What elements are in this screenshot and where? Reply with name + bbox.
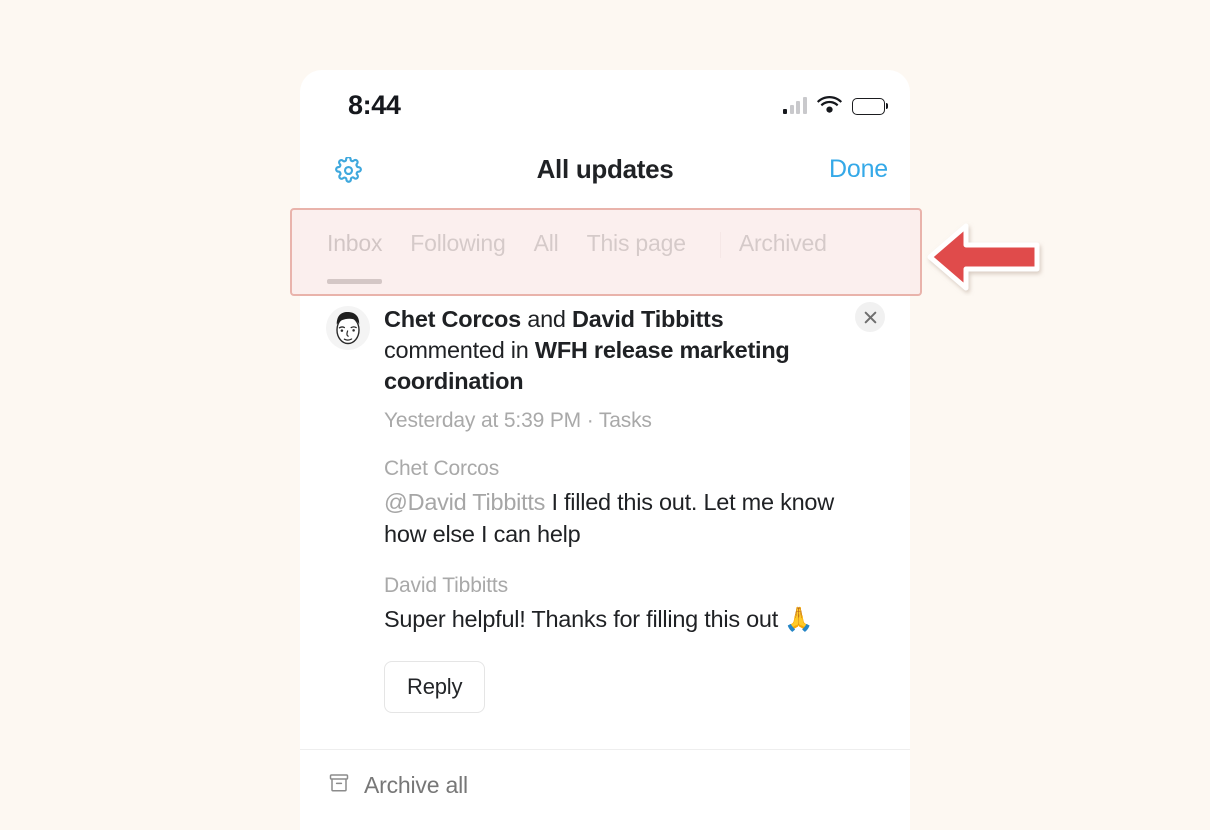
- comment-text: Super helpful! Thanks for filling this o…: [384, 603, 848, 635]
- nav-header: All updates Done: [300, 142, 910, 212]
- comment-body: Super helpful! Thanks for filling this o…: [384, 606, 814, 632]
- notification-actor-one: Chet Corcos: [384, 306, 521, 332]
- tab-following[interactable]: Following: [410, 230, 519, 257]
- notification-body: Chet Corcos and David Tibbitts commented…: [384, 304, 848, 713]
- tab-bar: Inbox Following All This page Archived: [300, 212, 910, 290]
- tab-separator: [719, 232, 721, 258]
- comment-author: David Tibbitts: [384, 574, 508, 597]
- tab-archived-label: Archived: [738, 230, 827, 256]
- user-avatar-face-icon: [326, 306, 370, 350]
- notification-headline: Chet Corcos and David Tibbitts commented…: [384, 304, 848, 397]
- comment-author: Chet Corcos: [384, 457, 500, 480]
- comment-item: Chet Corcos @David Tibbitts I filled thi…: [384, 457, 848, 550]
- notification-actor-two: David Tibbitts: [572, 306, 724, 332]
- tab-following-label: Following: [410, 230, 506, 256]
- done-button[interactable]: Done: [829, 155, 888, 184]
- arrow-left-icon: [925, 218, 1045, 296]
- tab-archived[interactable]: Archived: [739, 230, 841, 257]
- cellular-signal-icon: [783, 97, 807, 114]
- status-bar: 8:44: [300, 70, 910, 142]
- notification-verb: commented in: [384, 337, 535, 363]
- tab-all[interactable]: All: [534, 230, 573, 257]
- tab-this-page[interactable]: This page: [587, 230, 700, 257]
- tab-active-underline: [327, 279, 383, 284]
- notification-meta: Yesterday at 5:39 PM · Tasks: [384, 409, 652, 432]
- tab-inbox-label: Inbox: [327, 230, 383, 256]
- battery-full-icon: [851, 97, 888, 115]
- notification-item[interactable]: Chet Corcos and David Tibbitts commented…: [300, 290, 910, 713]
- wifi-icon: [816, 94, 842, 118]
- tab-this-page-label: This page: [586, 230, 686, 256]
- archive-all-button[interactable]: Archive all: [300, 750, 910, 799]
- status-bar-time: 8:44: [348, 90, 401, 120]
- archive-all-label: Archive all: [364, 772, 468, 798]
- comment-text: @David Tibbitts I filled this out. Let m…: [384, 486, 848, 550]
- comment-item: David Tibbitts Super helpful! Thanks for…: [384, 574, 848, 635]
- archive-box-icon: [328, 772, 350, 799]
- reply-button[interactable]: Reply: [384, 661, 486, 713]
- tab-inbox[interactable]: Inbox: [327, 230, 396, 284]
- close-icon[interactable]: [855, 302, 885, 332]
- notification-conjunction: and: [520, 306, 572, 332]
- status-bar-icons: [783, 94, 888, 118]
- phone-screen-card: 8:44 All updates Done Inbox Following Al…: [300, 70, 910, 830]
- mention-chip[interactable]: @David Tibbitts: [384, 489, 545, 515]
- tab-all-label: All: [533, 230, 559, 256]
- page-title: All updates: [536, 154, 674, 184]
